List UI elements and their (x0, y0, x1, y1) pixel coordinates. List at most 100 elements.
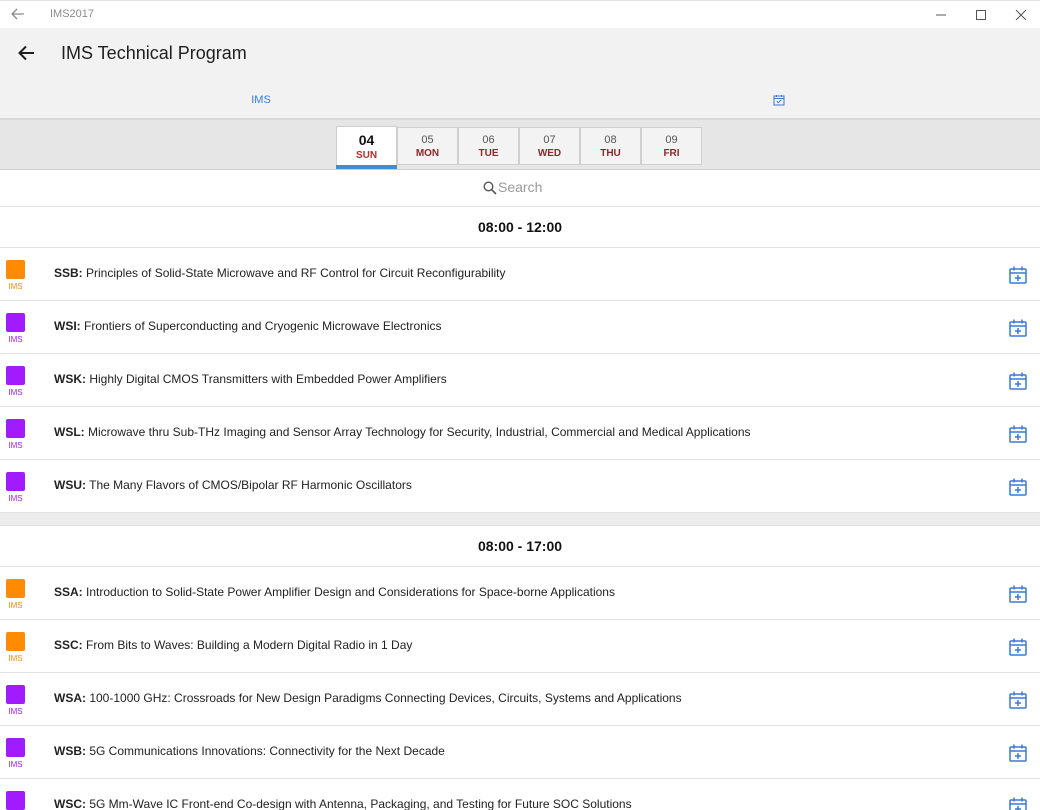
add-to-calendar-button[interactable] (1008, 743, 1028, 763)
session-text: WSA: 100-1000 GHz: Crossroads for New De… (54, 691, 682, 705)
minimize-icon (936, 14, 946, 16)
day-tab-thu[interactable]: 08 THU (580, 127, 641, 165)
track-tag: IMS (6, 791, 25, 810)
window-back-button[interactable] (8, 4, 30, 24)
track-label: IMS (8, 707, 23, 716)
title-bar: IMS2017 (0, 0, 1040, 28)
track-label: IMS (8, 760, 23, 769)
add-to-calendar-icon (1009, 319, 1027, 337)
track-label: IMS (8, 335, 23, 344)
selected-day-indicator (336, 165, 397, 169)
session-text: SSA: Introduction to Solid-State Power A… (54, 585, 615, 599)
time-slot-header: 08:00 - 17:00 (0, 526, 1040, 567)
maximize-button[interactable] (966, 5, 996, 25)
day-of-week: SUN (355, 150, 378, 161)
session-title: 100-1000 GHz: Crossroads for New Design … (86, 691, 682, 705)
add-to-calendar-icon (1009, 266, 1027, 284)
session-row[interactable]: IMS WSC: 5G Mm-Wave IC Front-end Co-desig… (0, 779, 1040, 810)
session-title: The Many Flavors of CMOS/Bipolar RF Harm… (86, 478, 412, 492)
track-label: IMS (8, 388, 23, 397)
session-title: Introduction to Solid-State Power Amplif… (82, 585, 615, 599)
back-arrow-icon (18, 45, 34, 61)
day-tab-wed[interactable]: 07 WED (519, 127, 580, 165)
track-tag: IMS (6, 419, 25, 450)
add-to-calendar-icon (1009, 638, 1027, 656)
track-color-swatch (6, 632, 25, 651)
session-row[interactable]: IMS WSU: The Many Flavors of CMOS/Bipolar… (0, 460, 1040, 513)
track-tag: IMS (6, 472, 25, 503)
add-to-calendar-button[interactable] (1008, 318, 1028, 338)
day-number: 04 (358, 132, 375, 148)
calendar-check-icon (773, 95, 785, 106)
search-icon (483, 181, 497, 195)
minimize-button[interactable] (926, 5, 956, 25)
day-of-week: THU (600, 148, 621, 159)
track-tag: IMS (6, 260, 25, 291)
day-number: 05 (421, 134, 434, 146)
session-row[interactable]: IMS WSL: Microwave thru Sub-THz Imaging a… (0, 407, 1040, 460)
section-gap (0, 513, 1040, 526)
day-tab-fri[interactable]: 09 FRI (641, 127, 702, 165)
session-code: WSU: (54, 478, 86, 492)
track-color-swatch (6, 472, 25, 491)
add-to-calendar-button[interactable] (1008, 265, 1028, 285)
tab-my-calendar[interactable] (520, 84, 1038, 120)
add-to-calendar-button[interactable] (1008, 637, 1028, 657)
day-tab-tue[interactable]: 06 TUE (458, 127, 519, 165)
add-to-calendar-icon (1009, 585, 1027, 603)
session-row[interactable]: IMS WSK: Highly Digital CMOS Transmitters… (0, 354, 1040, 407)
session-row[interactable]: IMS WSI: Frontiers of Superconducting and… (0, 301, 1040, 354)
search-bar (0, 170, 1040, 207)
track-color-swatch (6, 685, 25, 704)
search-input[interactable] (498, 179, 698, 195)
add-to-calendar-button[interactable] (1008, 690, 1028, 710)
add-to-calendar-icon (1009, 425, 1027, 443)
add-to-calendar-icon (1009, 744, 1027, 762)
session-code: WSC: (54, 797, 86, 810)
session-title: Highly Digital CMOS Transmitters with Em… (86, 372, 447, 386)
session-row[interactable]: IMS SSC: From Bits to Waves: Building a M… (0, 620, 1040, 673)
day-of-week: TUE (478, 148, 499, 159)
tab-ims[interactable]: IMS (2, 84, 520, 120)
back-button[interactable] (14, 42, 40, 64)
close-icon (1015, 9, 1027, 21)
session-list[interactable]: 08:00 - 12:00 IMS SSB: Principles of Solid… (0, 207, 1040, 810)
day-of-week: FRI (663, 148, 680, 159)
app-header: IMS Technical Program IMS (0, 28, 1040, 120)
track-color-swatch (6, 791, 25, 810)
track-color-swatch (6, 419, 25, 438)
session-row[interactable]: IMS WSB: 5G Communications Innovations: C… (0, 726, 1040, 779)
maximize-icon (976, 10, 986, 20)
back-arrow-icon (11, 8, 24, 20)
day-number: 08 (604, 134, 617, 146)
add-to-calendar-button[interactable] (1008, 584, 1028, 604)
day-number: 09 (665, 134, 678, 146)
add-to-calendar-button[interactable] (1008, 477, 1028, 497)
add-to-calendar-button[interactable] (1008, 371, 1028, 391)
add-to-calendar-icon (1009, 372, 1027, 390)
add-to-calendar-icon (1009, 691, 1027, 709)
session-text: WSB: 5G Communications Innovations: Conn… (54, 744, 445, 758)
day-selector: 04 SUN 05 MON 06 TUE 07 WED 08 THU 09 FRI (0, 120, 1040, 170)
day-tab-mon[interactable]: 05 MON (397, 127, 458, 165)
add-to-calendar-button[interactable] (1008, 424, 1028, 444)
tab-ims-label: IMS (251, 94, 271, 106)
add-to-calendar-icon (1009, 478, 1027, 496)
track-label: IMS (8, 494, 23, 503)
add-to-calendar-button[interactable] (1008, 796, 1028, 810)
session-row[interactable]: IMS WSA: 100-1000 GHz: Crossroads for New… (0, 673, 1040, 726)
page-title: IMS Technical Program (61, 43, 247, 63)
session-code: WSI: (54, 319, 81, 333)
session-text: WSK: Highly Digital CMOS Transmitters wi… (54, 372, 447, 386)
session-title: Frontiers of Superconducting and Cryogen… (80, 319, 442, 333)
session-row[interactable]: IMS SSB: Principles of Solid-State Microw… (0, 248, 1040, 301)
day-number: 07 (543, 134, 556, 146)
session-title: Principles of Solid-State Microwave and … (82, 266, 506, 280)
time-slot-header: 08:00 - 12:00 (0, 207, 1040, 248)
close-button[interactable] (1006, 5, 1036, 25)
day-number: 06 (482, 134, 495, 146)
session-row[interactable]: IMS SSA: Introduction to Solid-State Powe… (0, 567, 1040, 620)
day-tab-sun[interactable]: 04 SUN (336, 126, 397, 169)
window-title: IMS2017 (50, 8, 95, 20)
session-code: SSA: (54, 585, 83, 599)
